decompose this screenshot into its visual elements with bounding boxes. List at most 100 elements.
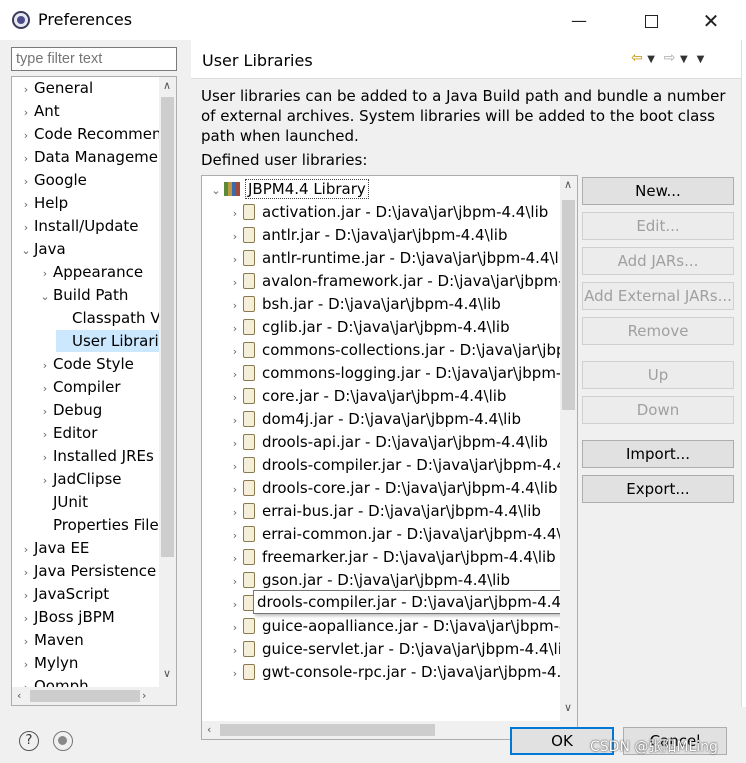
tree-item[interactable]: › Google xyxy=(18,169,87,191)
chevron-right-icon[interactable]: › xyxy=(227,410,243,432)
tree-item[interactable]: Properties Files Editor xyxy=(37,514,176,536)
tree-item[interactable]: › Code Style xyxy=(37,353,134,375)
jar-entry[interactable]: › guice-aopalliance.jar - D:\java\jar\jbp… xyxy=(227,615,577,639)
tree-item[interactable]: › Java EE xyxy=(18,537,90,559)
chevron-right-icon[interactable]: › xyxy=(227,295,243,317)
chevron-down-icon[interactable]: ⌄ xyxy=(208,180,224,202)
down-button[interactable]: Down xyxy=(582,396,734,424)
chevron-right-icon[interactable]: › xyxy=(227,272,243,294)
chevron-right-icon[interactable]: › xyxy=(227,502,243,524)
back-arrow-icon[interactable]: ⇦ xyxy=(631,50,643,66)
tree-item[interactable]: › Maven xyxy=(18,629,84,651)
jar-entry[interactable]: › core.jar - D:\java\jar\jbpm-4.4\lib xyxy=(227,385,507,407)
scroll-down-icon[interactable]: ∨ xyxy=(564,701,572,714)
chevron-right-icon[interactable]: › xyxy=(37,470,53,492)
tree-item[interactable]: › JadClipse xyxy=(37,468,122,490)
chevron-right-icon[interactable]: › xyxy=(18,171,34,193)
tree-horizontal-scrollbar[interactable]: ‹ › xyxy=(12,687,176,705)
up-button[interactable]: Up xyxy=(582,361,734,389)
tree-item[interactable]: › Help xyxy=(18,192,68,214)
tree-item[interactable]: ›Code Recommenders xyxy=(18,123,176,145)
chevron-right-icon[interactable]: › xyxy=(18,631,34,653)
chevron-right-icon[interactable]: › xyxy=(37,263,53,285)
tree-item[interactable]: ⌄ Java xyxy=(18,238,65,262)
scroll-thumb[interactable] xyxy=(562,200,575,410)
chevron-right-icon[interactable]: › xyxy=(18,102,34,124)
help-icon[interactable]: ? xyxy=(19,731,39,751)
scroll-thumb[interactable] xyxy=(30,690,140,702)
chevron-right-icon[interactable]: › xyxy=(227,617,243,639)
jar-entry[interactable]: › gson.jar - D:\java\jar\jbpm-4.4\lib xyxy=(227,569,510,591)
jar-entry[interactable]: › commons-collections.jar - D:\java\jar\j… xyxy=(227,339,577,363)
chevron-right-icon[interactable]: › xyxy=(18,148,34,170)
chevron-right-icon[interactable]: › xyxy=(227,226,243,248)
chevron-right-icon[interactable]: › xyxy=(227,456,243,478)
jar-entry[interactable]: › drools-core.jar - D:\java\jar\jbpm-4.4\… xyxy=(227,477,558,499)
jar-entry[interactable]: › errai-bus.jar - D:\java\jar\jbpm-4.4\li… xyxy=(227,500,541,522)
maximize-button[interactable] xyxy=(628,6,674,36)
chevron-right-icon[interactable]: › xyxy=(18,79,34,101)
scroll-up-icon[interactable]: ∧ xyxy=(163,79,171,92)
chevron-right-icon[interactable]: › xyxy=(227,341,243,363)
chevron-right-icon[interactable]: › xyxy=(37,424,53,446)
tree-item[interactable]: › JavaScript xyxy=(18,583,109,605)
scroll-up-icon[interactable]: ∧ xyxy=(564,178,572,191)
tree-item[interactable]: › JBoss jBPM xyxy=(18,606,115,628)
add-jars-button[interactable]: Add JARs... xyxy=(582,247,734,275)
back-dropdown-icon[interactable]: ▼ xyxy=(647,54,655,65)
chevron-right-icon[interactable]: › xyxy=(37,401,53,423)
tree-item[interactable]: User Libraries xyxy=(56,330,176,352)
jar-entry[interactable]: › activation.jar - D:\java\jar\jbpm-4.4\l… xyxy=(227,201,548,223)
chevron-right-icon[interactable]: › xyxy=(227,249,243,271)
jar-entry[interactable]: › errai-common.jar - D:\java\jar\jbpm-4.4… xyxy=(227,523,577,545)
tree-item[interactable]: › Ant xyxy=(18,100,60,122)
forward-arrow-icon[interactable]: ⇨ xyxy=(664,50,676,66)
scroll-thumb[interactable] xyxy=(161,97,174,557)
libraries-vertical-scrollbar[interactable]: ∧ ∨ xyxy=(560,176,577,721)
jar-entry[interactable]: › guice-servlet.jar - D:\java\jar\jbpm-4.… xyxy=(227,638,572,662)
chevron-right-icon[interactable]: › xyxy=(227,433,243,455)
filter-input[interactable] xyxy=(11,47,177,71)
tree-item[interactable]: › Install/Update xyxy=(18,215,139,237)
import-button[interactable]: Import... xyxy=(582,440,734,468)
jar-entry[interactable]: › dom4j.jar - D:\java\jar\jbpm-4.4\lib xyxy=(227,408,521,430)
jar-entry[interactable]: › avalon-framework.jar - D:\java\jar\jbpm… xyxy=(227,270,577,294)
jar-entry[interactable]: › freemarker.jar - D:\java\jar\jbpm-4.4\l… xyxy=(227,546,556,568)
chevron-down-icon[interactable]: ⌄ xyxy=(18,240,34,262)
chevron-right-icon[interactable]: › xyxy=(227,594,243,616)
remove-button[interactable]: Remove xyxy=(582,317,734,345)
tree-item[interactable]: ⌄ Build Path xyxy=(37,284,128,306)
chevron-down-icon[interactable]: ⌄ xyxy=(37,286,53,308)
tree-item[interactable]: › Java Persistence xyxy=(18,560,156,582)
scroll-down-icon[interactable]: ∨ xyxy=(163,667,171,680)
chevron-right-icon[interactable]: › xyxy=(227,640,243,662)
jar-entry[interactable]: › drools-api.jar - D:\java\jar\jbpm-4.4\l… xyxy=(227,431,548,453)
chevron-right-icon[interactable]: › xyxy=(37,447,53,469)
jar-entry[interactable]: › cglib.jar - D:\java\jar\jbpm-4.4\lib xyxy=(227,316,510,338)
chevron-right-icon[interactable]: › xyxy=(18,562,34,584)
tree-item[interactable]: › Editor xyxy=(37,422,98,446)
tree-vertical-scrollbar[interactable]: ∧ ∨ xyxy=(159,77,176,687)
view-menu-icon[interactable]: ▼ xyxy=(697,54,705,65)
jar-entry[interactable]: › antlr.jar - D:\java\jar\jbpm-4.4\lib xyxy=(227,224,508,246)
tree-item[interactable]: JUnit xyxy=(37,491,88,513)
tree-item[interactable]: › Installed JREs xyxy=(37,445,154,467)
chevron-right-icon[interactable]: › xyxy=(227,479,243,501)
chevron-right-icon[interactable]: › xyxy=(37,378,53,400)
export-button[interactable]: Export... xyxy=(582,475,734,503)
chevron-right-icon[interactable]: › xyxy=(227,203,243,225)
jar-entry[interactable]: › gwt-console-rpc.jar - D:\java\jar\jbpm-… xyxy=(227,661,577,685)
tree-item[interactable]: › Compiler xyxy=(37,376,121,398)
chevron-right-icon[interactable]: › xyxy=(227,318,243,340)
add-external-jars-button[interactable]: Add External JARs... xyxy=(582,282,734,310)
jar-entry[interactable]: › commons-logging.jar - D:\java\jar\jbpm-… xyxy=(227,362,577,386)
tree-item[interactable]: › Debug xyxy=(37,399,103,423)
chevron-right-icon[interactable]: › xyxy=(227,364,243,386)
scroll-left-icon[interactable]: ‹ xyxy=(17,689,21,702)
chevron-right-icon[interactable]: › xyxy=(227,571,243,593)
chevron-right-icon[interactable]: › xyxy=(227,663,243,685)
chevron-right-icon[interactable]: › xyxy=(18,217,34,239)
close-button[interactable]: ✕ xyxy=(688,6,734,36)
edit-button[interactable]: Edit... xyxy=(582,212,734,240)
chevron-right-icon[interactable]: › xyxy=(227,548,243,570)
